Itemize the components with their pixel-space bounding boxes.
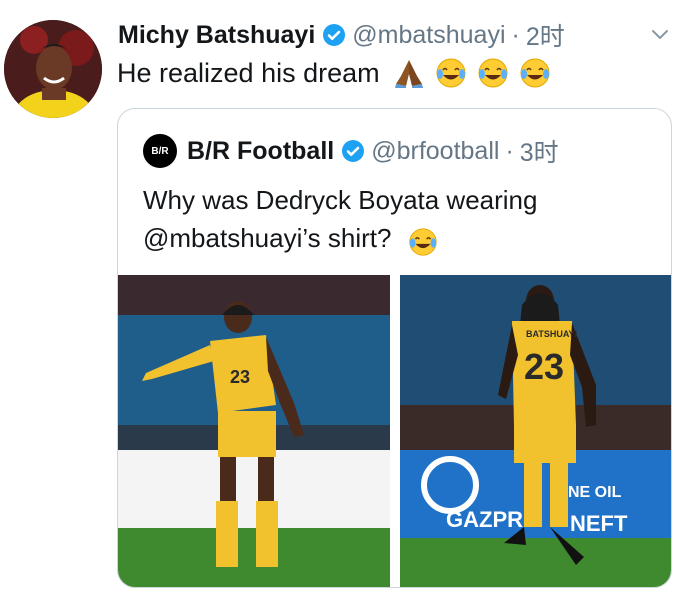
right-jersey-number: 23: [524, 346, 564, 387]
tears-of-joy-icon: [407, 221, 439, 259]
tears-of-joy-icon: [434, 56, 468, 90]
chevron-down-icon[interactable]: [648, 22, 672, 46]
tears-of-joy-icon: [518, 56, 552, 90]
verified-badge-icon: [341, 139, 365, 163]
author-name[interactable]: Michy Batshuayi: [118, 21, 315, 50]
left-jersey-number: 23: [230, 367, 250, 387]
board-text-3: NEFT: [570, 511, 628, 536]
quoted-tweet-timestamp[interactable]: 3时: [520, 133, 559, 169]
quoted-tweet-header: B/R B/R Football @brfootball · 3时: [143, 133, 559, 169]
author-handle[interactable]: @mbatshuayi: [352, 21, 505, 50]
folded-hands-icon: [392, 56, 426, 90]
board-text-2: GAZPR: [446, 507, 523, 532]
quoted-author-name[interactable]: B/R Football: [187, 137, 334, 166]
photo-right[interactable]: NE OIL GAZPR NEFT BATSHUAYI 23: [400, 275, 671, 587]
right-jersey-name: BATSHUAYI: [526, 329, 577, 339]
quoted-tweet-card[interactable]: B/R B/R Football @brfootball · 3时 Why wa…: [117, 108, 672, 588]
quoted-tweet-body: Why was Dedryck Boyata wearing @mbatshua…: [143, 181, 643, 259]
tweet-header: Michy Batshuayi @mbatshuayi · 2时: [118, 18, 678, 52]
tweet-timestamp[interactable]: 2时: [526, 17, 565, 53]
separator-dot: ·: [511, 20, 520, 49]
photo-left[interactable]: 23: [118, 275, 390, 587]
tweet-text: He realized his dream: [117, 57, 380, 88]
separator-dot: ·: [505, 136, 514, 165]
tears-of-joy-icon: [476, 56, 510, 90]
tweet-body: He realized his dream: [117, 56, 552, 90]
quoted-author-handle[interactable]: @brfootball: [371, 137, 499, 166]
board-text-1: NE OIL: [568, 484, 622, 501]
author-avatar[interactable]: [4, 20, 102, 118]
br-football-logo-icon[interactable]: B/R: [143, 134, 177, 168]
verified-badge-icon: [322, 23, 346, 47]
quoted-tweet-text: Why was Dedryck Boyata wearing @mbatshua…: [143, 185, 538, 253]
